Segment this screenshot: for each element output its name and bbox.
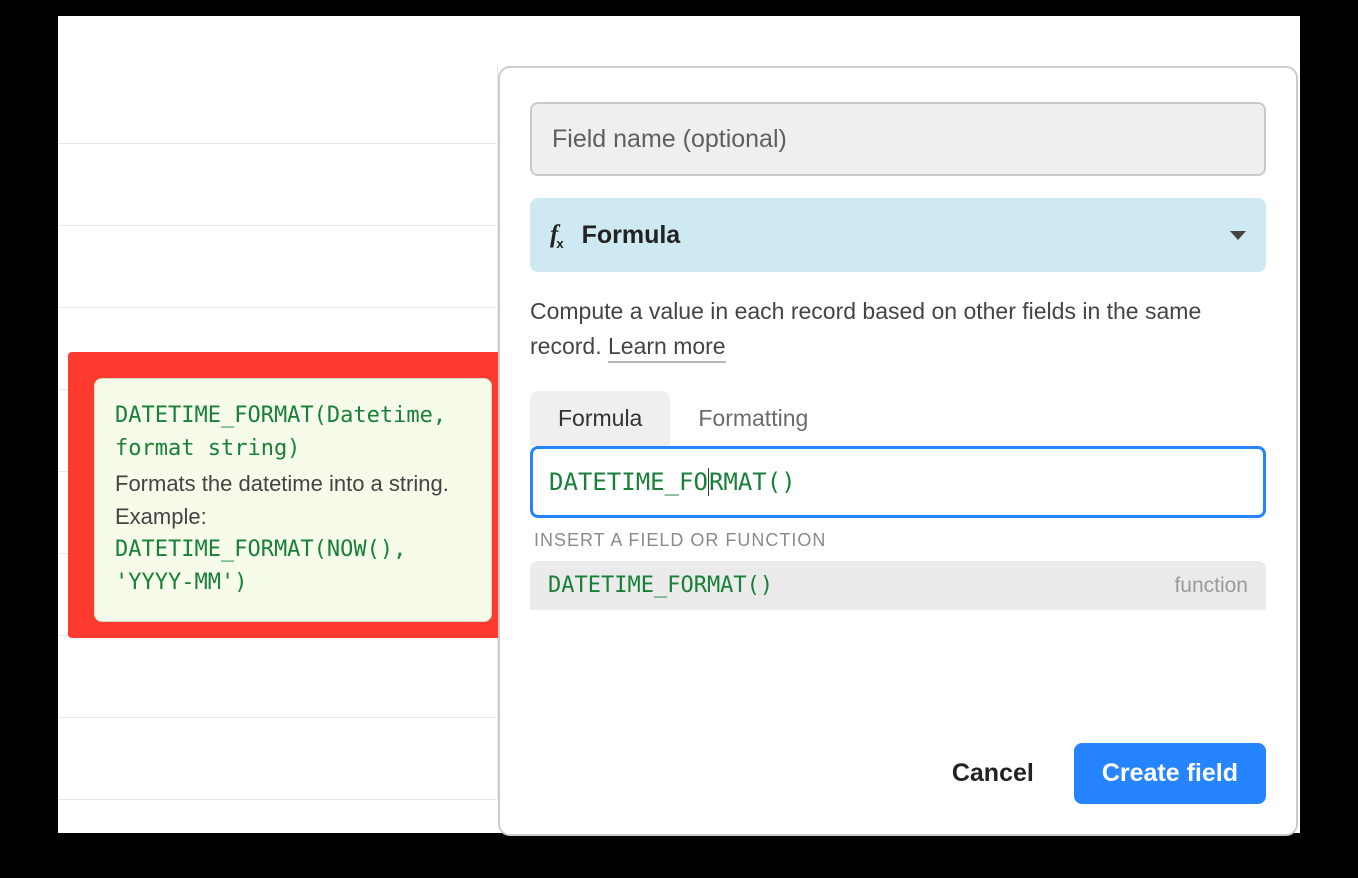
field-type-description: Compute a value in each record based on …	[530, 294, 1266, 363]
suggest-item[interactable]: DATETIME_FORMAT() function	[530, 561, 1266, 610]
field-type-select[interactable]: f Formula	[530, 198, 1266, 272]
learn-more-link[interactable]: Learn more	[608, 333, 726, 363]
tab-formatting[interactable]: Formatting	[670, 391, 836, 446]
panel-footer: Cancel Create field	[530, 715, 1266, 804]
create-field-button[interactable]: Create field	[1074, 743, 1266, 804]
chevron-down-icon	[1230, 231, 1246, 240]
suggest-list-spacer	[530, 610, 1266, 666]
suggest-item-name: DATETIME_FORMAT()	[548, 573, 773, 598]
tooltip-signature: DATETIME_FORMAT(Datetime, format string)	[115, 399, 471, 465]
top-bar-strip	[58, 16, 1300, 64]
app-frame: DATETIME_FORMAT(Datetime, format string)…	[58, 16, 1300, 833]
config-tabs: Formula Formatting	[530, 391, 1266, 446]
suggest-list: DATETIME_FORMAT() function	[530, 561, 1266, 666]
field-name-input[interactable]	[530, 102, 1266, 176]
function-tooltip: DATETIME_FORMAT(Datetime, format string)…	[94, 378, 492, 622]
formula-text-before: DATETIME_FO	[549, 468, 708, 496]
field-config-panel: f Formula Compute a value in each record…	[498, 66, 1298, 836]
formula-input[interactable]: DATETIME_FORMAT()	[530, 446, 1266, 518]
cancel-button[interactable]: Cancel	[952, 759, 1034, 788]
suggest-item-kind: function	[1174, 574, 1248, 598]
tab-formula[interactable]: Formula	[530, 391, 670, 446]
tooltip-description: Formats the datetime into a string. Exam…	[115, 467, 471, 533]
field-type-label: Formula	[582, 221, 1230, 250]
formula-icon: f	[550, 221, 566, 249]
formula-text-after: RMAT()	[709, 468, 796, 496]
suggest-heading: INSERT A FIELD OR FUNCTION	[530, 530, 1266, 551]
tooltip-example: DATETIME_FORMAT(NOW(), 'YYYY-MM')	[115, 533, 471, 599]
